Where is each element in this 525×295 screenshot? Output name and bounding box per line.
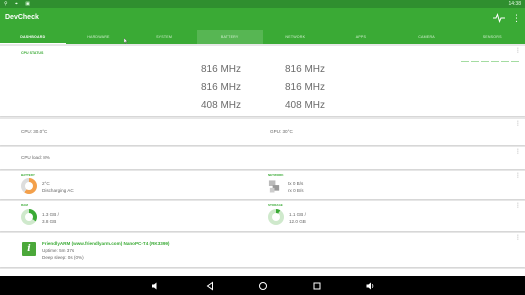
home-icon[interactable] — [258, 281, 268, 291]
cpu-core-0-freq: 816 MHz — [201, 64, 242, 75]
ram-gauge — [21, 209, 37, 225]
network-rx: rx 0 B/s — [288, 188, 304, 193]
device-deep-sleep: Deep sleep: 0s (0%) — [42, 255, 84, 260]
ram-label: RAM — [21, 203, 28, 207]
temperature-card[interactable]: ⋮ — [0, 119, 525, 145]
storage-used: 1.1 GB / — [289, 212, 306, 217]
tab-hardware[interactable]: HARDWARE — [66, 30, 132, 44]
overflow-menu-icon[interactable]: ⋮ — [512, 13, 521, 23]
gpu-temp: GPU: 30°C — [270, 129, 293, 134]
mouse-cursor-icon — [124, 38, 128, 44]
cpu-load-card[interactable]: ⋮ — [0, 147, 525, 169]
battery-temp: 2°C — [42, 181, 50, 186]
navigation-bar — [0, 276, 525, 295]
device-card[interactable]: ⋮ — [0, 233, 525, 267]
volume-up-icon[interactable] — [365, 281, 375, 291]
cpu-temp: CPU: 30.0°C — [21, 129, 48, 134]
battery-status: Discharging AC — [42, 188, 74, 193]
next-card-partial — [0, 269, 525, 276]
cpu-status-label: CPU STATUS — [21, 51, 44, 55]
cpu-bar — [471, 61, 479, 63]
device-uptime: Uptime: 5m 37s — [42, 248, 75, 253]
device-name[interactable]: FriendlyARM (www.friendlyarm.com) NanoPC… — [42, 241, 169, 246]
tab-system[interactable]: SYSTEM — [131, 30, 197, 44]
network-label: NETWORK — [268, 173, 284, 177]
app-bar: DevCheck ⋮ — [0, 8, 525, 30]
back-icon[interactable] — [205, 281, 215, 291]
network-icon — [268, 180, 280, 193]
volume-down-icon[interactable] — [150, 281, 160, 291]
pulse-icon[interactable] — [493, 13, 505, 23]
cpu-load-bars — [461, 61, 519, 63]
cpu-status-card[interactable]: CPU STATUS ⋮ — [0, 46, 525, 116]
card-menu-icon[interactable]: ⋮ — [515, 203, 521, 209]
card-menu-icon[interactable]: ⋮ — [515, 149, 521, 155]
card-menu-icon[interactable]: ⋮ — [515, 48, 521, 54]
tab-camera[interactable]: CAMERA — [394, 30, 460, 44]
cpu-core-1-freq: 816 MHz — [285, 64, 326, 75]
status-icons: ⚲ ⌖ ▣ — [4, 1, 33, 7]
battery-network-card[interactable]: ⋮ — [0, 171, 525, 199]
storage-gauge — [268, 209, 284, 225]
cpu-bar — [501, 61, 509, 63]
tab-network[interactable]: NETWORK — [263, 30, 329, 44]
ram-total: 3.8 GB — [42, 219, 57, 224]
ram-used: 1.3 GB / — [42, 212, 59, 217]
memory-storage-card[interactable]: ⋮ — [0, 201, 525, 231]
cpu-bar — [481, 61, 489, 63]
card-menu-icon[interactable]: ⋮ — [515, 121, 521, 127]
app-title: DevCheck — [5, 14, 39, 21]
tab-apps[interactable]: APPS — [328, 30, 394, 44]
tab-bar: DASHBOARD HARDWARE SYSTEM BATTERY NETWOR… — [0, 30, 525, 44]
battery-label: BATTERY — [21, 173, 35, 177]
storage-total: 12.0 GB — [289, 219, 306, 224]
status-time: 14:38 — [508, 1, 521, 7]
cpu-load: CPU load: 8% — [21, 155, 50, 160]
cpu-core-4-freq: 408 MHz — [201, 100, 242, 111]
storage-label: STORAGE — [268, 203, 283, 207]
tab-sensors[interactable]: SENSORS — [459, 30, 525, 44]
cpu-bar — [491, 61, 499, 63]
card-menu-icon[interactable]: ⋮ — [515, 235, 521, 241]
network-tx: tx 0 B/s — [288, 181, 304, 186]
status-bar: ⚲ ⌖ ▣ 14:38 — [0, 0, 525, 8]
recents-icon[interactable] — [312, 281, 322, 291]
cpu-core-5-freq: 408 MHz — [285, 100, 326, 111]
tab-battery[interactable]: BATTERY — [196, 30, 263, 44]
tab-dashboard[interactable]: DASHBOARD — [0, 30, 66, 44]
cpu-bar — [461, 61, 469, 63]
card-menu-icon[interactable]: ⋮ — [515, 173, 521, 179]
cpu-core-2-freq: 816 MHz — [201, 82, 242, 93]
cpu-bar — [511, 61, 519, 63]
cpu-core-3-freq: 816 MHz — [285, 82, 326, 93]
battery-gauge — [21, 178, 37, 194]
device-info-icon: i — [22, 242, 36, 256]
